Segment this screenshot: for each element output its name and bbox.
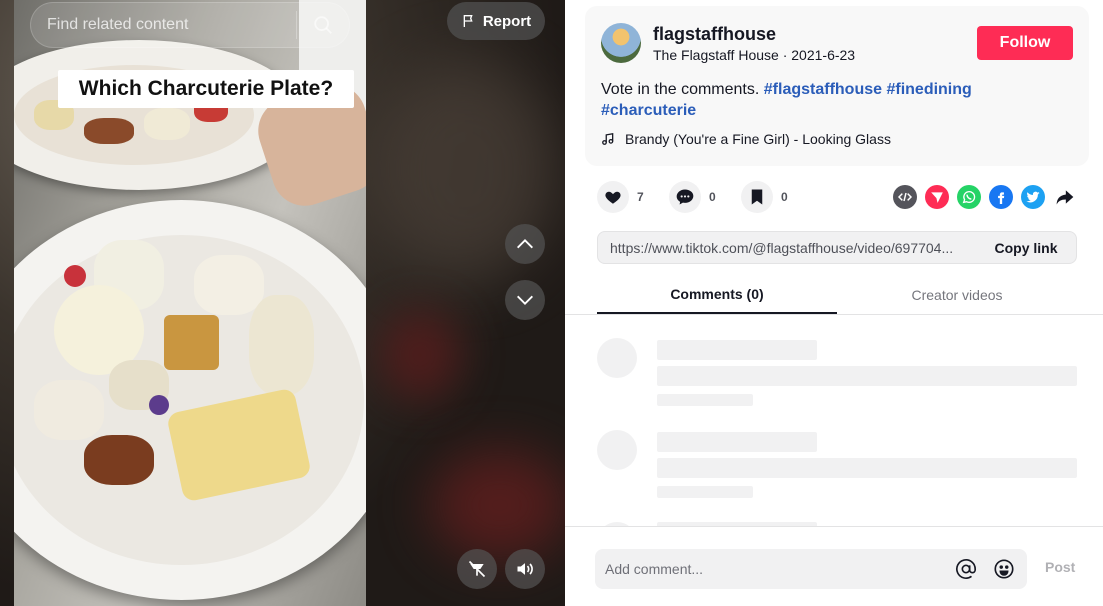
like-count: 7	[637, 190, 644, 204]
comment-count: 0	[709, 190, 716, 204]
video-info-card: flagstaffhouse The Flagstaff House · 202…	[585, 6, 1089, 166]
save-icon-wrap	[741, 181, 773, 213]
skeleton-line	[657, 394, 753, 406]
comment-button[interactable]: 0	[669, 181, 727, 213]
comment-icon	[676, 189, 694, 205]
flag-icon	[463, 15, 473, 27]
video-food-shape	[149, 395, 169, 415]
skeleton-line	[657, 486, 753, 498]
chevron-up-icon	[517, 239, 533, 249]
embed-icon	[897, 192, 913, 202]
whatsapp-icon	[962, 190, 976, 204]
previous-video-button[interactable]	[505, 224, 545, 264]
like-button[interactable]: 7	[597, 181, 655, 213]
facebook-share-button[interactable]	[989, 185, 1013, 209]
tabs: Comments (0) Creator videos	[597, 276, 1077, 314]
comments-loading-skeleton	[565, 330, 1103, 526]
embed-button[interactable]	[893, 185, 917, 209]
hashtag-link[interactable]: #flagstaffhouse	[764, 81, 882, 98]
whatsapp-share-button[interactable]	[957, 185, 981, 209]
like-icon-wrap	[597, 181, 629, 213]
post-button[interactable]: Post	[1045, 559, 1075, 575]
video-food-shape	[249, 295, 314, 395]
comment-input[interactable]	[595, 549, 951, 589]
skeleton-line	[657, 458, 1077, 478]
twitter-icon	[1026, 191, 1040, 203]
heart-icon	[605, 191, 621, 204]
engagement-actions: 7 0 0	[597, 181, 799, 213]
skeleton-avatar	[597, 430, 637, 470]
hashtag-link[interactable]: #charcuterie	[601, 102, 696, 119]
more-share-button[interactable]	[1053, 185, 1077, 209]
floating-player-button[interactable]	[457, 549, 497, 589]
comment-composer: Post	[565, 526, 1103, 606]
video-food-shape	[194, 255, 264, 315]
save-count: 0	[781, 190, 788, 204]
tab-creator-videos[interactable]: Creator videos	[837, 276, 1077, 314]
video-food-shape	[84, 118, 134, 144]
comment-input-wrap	[595, 549, 1027, 589]
video-player[interactable]: Which Charcuterie Plate?	[14, 0, 366, 606]
twitter-share-button[interactable]	[1021, 185, 1045, 209]
tabs-divider	[565, 314, 1103, 315]
tab-comments[interactable]: Comments (0)	[597, 276, 837, 314]
volume-button[interactable]	[505, 549, 545, 589]
emoji-icon	[994, 559, 1014, 579]
video-link-url[interactable]: https://www.tiktok.com/@flagstaffhouse/v…	[598, 240, 976, 256]
next-video-button[interactable]	[505, 280, 545, 320]
report-button[interactable]: Report	[447, 2, 545, 40]
skeleton-line	[657, 432, 817, 452]
report-label: Report	[482, 12, 532, 30]
share-arrow-icon	[1056, 190, 1074, 205]
comment-icon-wrap	[669, 181, 701, 213]
search-bar	[30, 2, 350, 48]
avatar[interactable]	[601, 23, 641, 63]
video-food-shape	[164, 315, 219, 370]
music-title: Brandy (You're a Fine Girl) - Looking Gl…	[625, 131, 891, 147]
author-username[interactable]: flagstaffhouse	[653, 24, 776, 45]
floating-player-icon	[468, 560, 486, 578]
save-button[interactable]: 0	[741, 181, 799, 213]
author-subline: The Flagstaff House · 2021-6-23	[653, 47, 855, 63]
music-link[interactable]: Brandy (You're a Fine Girl) - Looking Gl…	[601, 131, 891, 147]
video-food-shape	[84, 435, 154, 485]
skeleton-line	[657, 366, 1077, 386]
details-panel: flagstaffhouse The Flagstaff House · 202…	[565, 0, 1103, 606]
at-icon	[956, 559, 976, 579]
send-to-friends-button[interactable]	[925, 185, 949, 209]
copy-link-button[interactable]: Copy link	[976, 232, 1076, 263]
video-caption: Which Charcuterie Plate?	[58, 70, 354, 108]
video-food-shape	[144, 108, 190, 140]
hashtag-link[interactable]: #finedining	[886, 81, 971, 98]
send-icon	[931, 192, 943, 203]
background-blur	[430, 450, 565, 560]
search-input[interactable]	[31, 3, 296, 47]
follow-button[interactable]: Follow	[977, 26, 1073, 60]
author-display-name: The Flagstaff House	[653, 47, 779, 63]
share-buttons	[893, 185, 1077, 209]
music-note-icon	[602, 132, 614, 145]
volume-icon	[517, 563, 533, 575]
chevron-down-icon	[517, 295, 533, 305]
skeleton-line	[657, 340, 817, 360]
mention-button[interactable]	[951, 549, 981, 589]
video-food-shape	[34, 380, 104, 440]
bookmark-icon	[751, 189, 763, 205]
description-text: Vote in the comments.	[601, 81, 760, 98]
post-date: 2021-6-23	[791, 47, 856, 63]
search-icon	[314, 16, 332, 34]
emoji-button[interactable]	[989, 549, 1019, 589]
video-pane: Which Charcuterie Plate? Report	[0, 0, 565, 606]
background-blur	[380, 310, 460, 400]
facebook-icon	[998, 192, 1005, 204]
separator-dot: ·	[782, 47, 792, 63]
search-button[interactable]	[297, 2, 349, 48]
video-link-box: https://www.tiktok.com/@flagstaffhouse/v…	[597, 231, 1077, 264]
skeleton-avatar	[597, 338, 637, 378]
video-description: Vote in the comments. #flagstaffhouse #f…	[601, 79, 1071, 121]
video-food-shape	[64, 265, 86, 287]
